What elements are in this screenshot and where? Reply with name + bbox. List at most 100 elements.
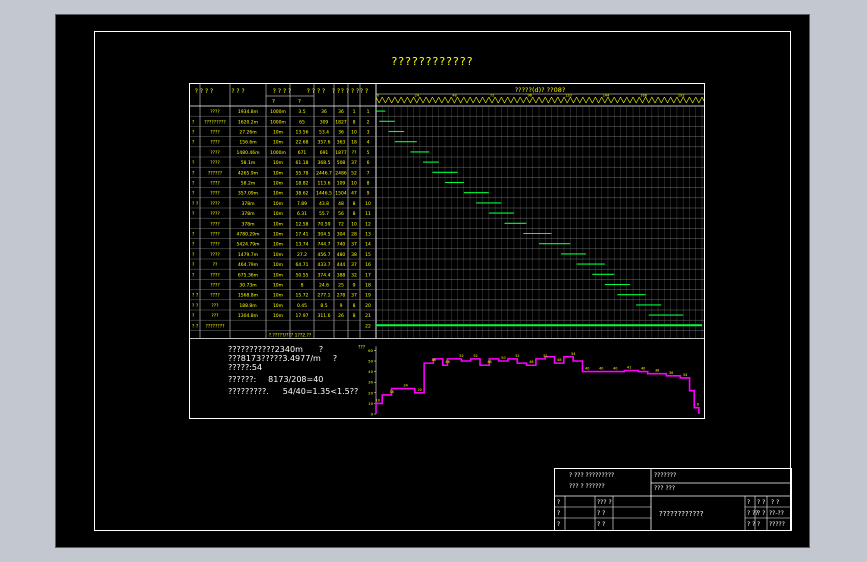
row-mark: ? ? [192,293,199,299]
histogram-value-label: 18 [390,390,394,394]
row-c3: 304 [337,232,346,238]
row-name: ???? [210,242,220,248]
histogram-value-label: 38 [655,369,659,373]
timeline-tick [676,96,681,104]
timeline-tick [617,96,621,104]
row-qty: 1480.46m [237,150,260,156]
timeline-tick [689,96,693,104]
row-c1: 15.72 [296,293,309,299]
histogram-value-label: 10 [376,398,380,402]
timeline-tick [660,96,665,104]
timeline-tick [482,96,486,104]
row-name: ?? [213,262,218,268]
row-c1: 27.2 [297,252,307,258]
timeline-tick [673,96,678,104]
tb-project-name: ???????????? [659,510,704,518]
row-c2: 368.5 [318,160,331,166]
row-unit: 10m [273,191,283,197]
row-c5: 13 [365,232,371,238]
row-c3: 36 [338,109,344,115]
row-unit: 10m [273,283,283,289]
timeline-tick [407,96,411,104]
histogram-value-label: 46 [487,360,491,364]
row-c4: 37 [351,242,357,248]
row-name: ???? [210,272,220,278]
row-c2: 8.5 [320,303,327,309]
timeline-tick [601,96,606,104]
row-qty: 357.09m [238,191,258,197]
row-c2: 43.8 [319,201,329,207]
tb-r9: ????? [769,521,785,528]
timeline-label: 0 [377,94,379,98]
timeline-tick [654,96,659,104]
timeline-tick [382,96,386,104]
timeline-tick [416,96,421,104]
histogram-value-label: 40 [641,367,645,371]
row-name: ???? [210,140,220,146]
row-unit: 10m [273,293,283,299]
timeline-tick [657,96,662,104]
row-c4: 8 [353,201,356,207]
header-col-6: ? ? [360,88,368,95]
timeline-tick [592,96,596,104]
timeline-tick [413,96,418,104]
row-c3: 56 [338,211,344,217]
histogram-value-label: 20 [417,388,421,392]
row-c5: 2 [367,119,370,125]
timeline-tick [682,96,687,104]
tb-r1: ? [747,499,751,506]
histogram-tick-label: 30 [368,380,373,385]
timeline-tick [698,96,703,104]
timeline-tick [645,96,649,104]
timeline-tick [541,96,546,104]
timeline-tick [566,96,571,104]
row-c2: 744.7 [318,242,331,248]
row-c2: 456.7 [318,252,331,258]
row-c4: 37 [351,160,357,166]
tb-cell-4: ??? ? [597,499,612,506]
timeline-tick [469,96,474,104]
timeline-tick [510,96,515,104]
timeline-tick [507,96,512,104]
row-name: ???? [210,211,220,217]
row-c1: 12.58 [296,221,309,227]
row-mark: ? [192,191,195,197]
timeline-tick [435,96,439,104]
timeline-tick [447,96,452,104]
row-c5: 21 [365,313,371,319]
row-c3: 480 [337,252,346,258]
timeline-tick [695,96,700,104]
timeline-tick [513,96,518,104]
timeline-tick [679,96,684,104]
row-qty: 378m [242,221,255,227]
timeline-label: 192 [678,94,685,98]
timeline-tick [476,96,480,104]
tb-cell-1: ? [557,499,561,506]
row-unit: 10m [273,181,283,187]
row-qty: 1568.8m [238,293,258,299]
timeline-label: 168 [640,94,647,98]
tb-cell-2: ? [557,510,561,517]
row-c1: 0.45 [297,303,307,309]
row-c1: 671 [298,150,307,156]
timeline-tick [485,96,490,104]
row-c2: 277.1 [318,293,331,299]
timeline-tick [419,96,424,104]
row-unit: 10m [273,303,283,309]
row-qty: 58.2m [241,181,255,187]
row-qty: 378m [242,201,255,207]
timeline-tick [585,96,590,104]
histogram-value-label: 40 [585,367,589,371]
timeline-tick [548,96,552,104]
row-c2: 311.6 [318,313,331,319]
row-c3: 278 [337,293,346,299]
timeline-tick [504,96,508,104]
row-name: ???? [210,181,220,187]
row-unit: 1000m [270,119,286,125]
row-c4: 10 [351,221,357,227]
row-name: ???????? [205,323,225,329]
row-unit: 1000m [270,109,286,115]
row-c1: 17.97 [296,313,309,319]
row-name: ???? [210,130,220,136]
schedule-title: ?????(d)? ??08? [515,86,566,94]
